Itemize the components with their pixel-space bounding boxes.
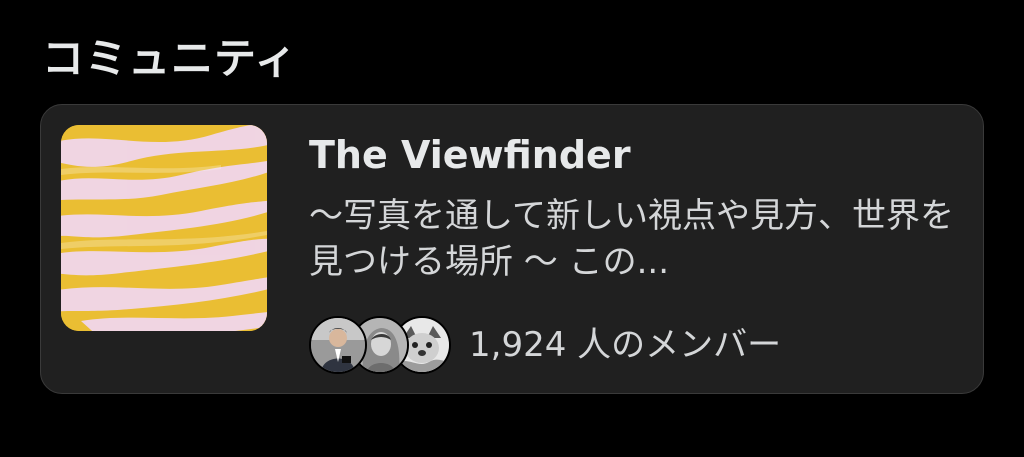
community-description: 〜写真を通して新しい視点や見方、世界を見つける場所 〜 この...: [309, 196, 954, 282]
member-count: 1,924 人のメンバー: [469, 325, 782, 365]
community-card[interactable]: The Viewfinder 〜写真を通して新しい視点や見方、世界を見つける場所…: [40, 104, 984, 394]
community-name[interactable]: The Viewfinder: [309, 127, 959, 183]
member-summary[interactable]: 1,924 人のメンバー: [309, 316, 781, 374]
community-info: The Viewfinder 〜写真を通して新しい視点や見方、世界を見つける場所…: [309, 127, 959, 285]
section-title: コミュニティ: [42, 34, 298, 83]
thumbnail-image: [61, 125, 267, 331]
member-avatar-stack: [309, 316, 451, 374]
community-thumbnail: [61, 125, 267, 331]
member-avatar-portrait: [309, 316, 367, 374]
